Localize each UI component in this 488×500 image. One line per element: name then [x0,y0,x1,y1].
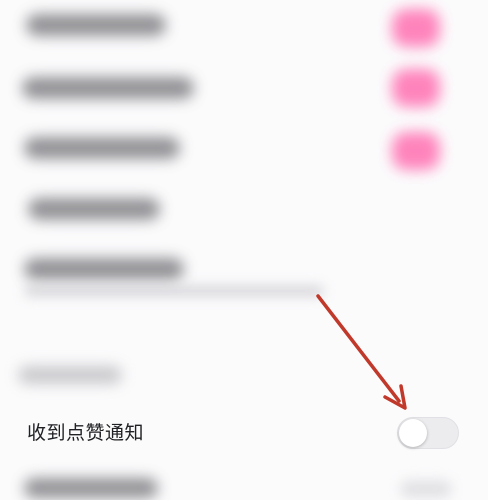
like-notification-toggle[interactable] [397,417,459,449]
like-notification-row[interactable]: 收到点赞通知 [0,405,488,461]
blurred-setting-row [0,122,488,177]
blurred-setting-row [0,470,488,500]
blurred-section-header [0,360,488,394]
blurred-setting-row [0,188,488,233]
blurred-setting-row [0,250,488,310]
blurred-setting-row [0,0,488,55]
like-notification-label: 收到点赞通知 [27,422,145,444]
blurred-setting-row [0,60,488,115]
toggle-knob [399,419,427,447]
settings-screen: 收到点赞通知 [0,0,488,500]
